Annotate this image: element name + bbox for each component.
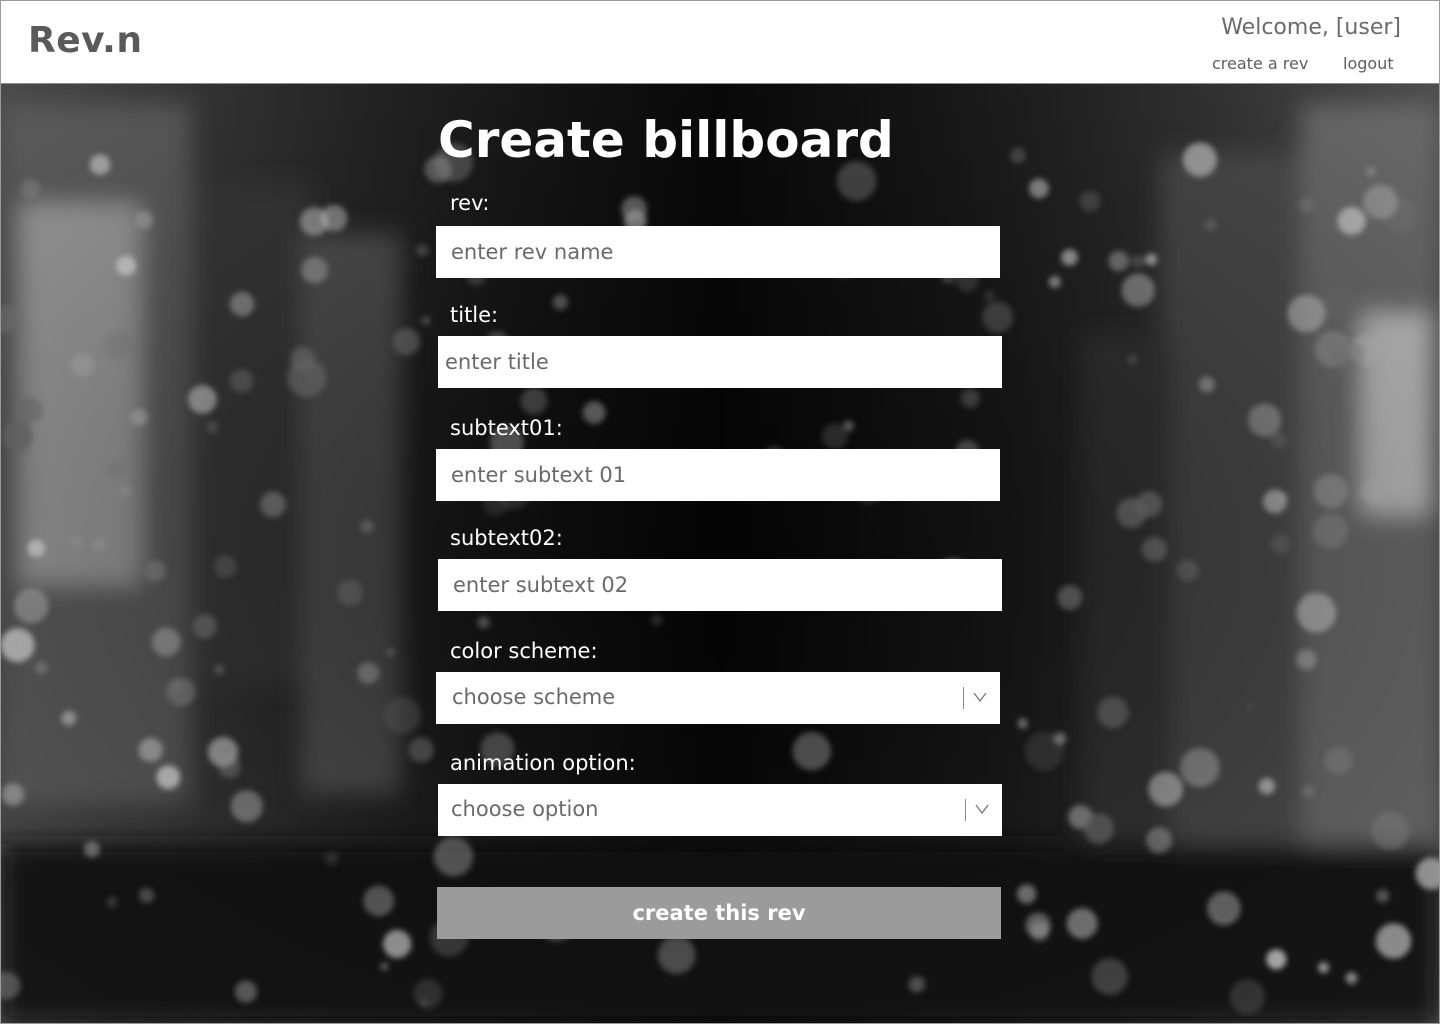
- color-scheme-select[interactable]: choose scheme: [436, 672, 1000, 724]
- chevron-down-icon: [975, 804, 989, 815]
- subtext01-label: subtext01:: [450, 416, 563, 440]
- color-scheme-label: color scheme:: [450, 639, 598, 663]
- subtext02-input[interactable]: [438, 559, 1002, 611]
- animation-option-select[interactable]: choose option: [438, 784, 1002, 836]
- rev-label: rev:: [450, 191, 490, 215]
- logout-link[interactable]: logout: [1343, 54, 1394, 73]
- logo[interactable]: Rev.n: [28, 20, 142, 61]
- top-header: Rev.n Welcome, [user] create a rev logou…: [1, 1, 1439, 84]
- subtext02-label: subtext02:: [450, 526, 563, 550]
- animation-option-label: animation option:: [450, 751, 636, 775]
- title-input[interactable]: [438, 336, 1002, 388]
- select-divider: [965, 799, 966, 821]
- subtext01-input[interactable]: [436, 449, 1000, 501]
- select-divider: [963, 687, 964, 709]
- page: Rev.n Welcome, [user] create a rev logou…: [0, 0, 1440, 1024]
- color-scheme-value: choose scheme: [452, 685, 616, 709]
- animation-option-value: choose option: [451, 797, 599, 821]
- welcome-text: Welcome, [user]: [1221, 15, 1401, 40]
- chevron-down-icon: [973, 692, 987, 703]
- rev-name-input[interactable]: [436, 226, 1000, 278]
- create-rev-button[interactable]: create this rev: [437, 887, 1001, 939]
- page-title: Create billboard: [438, 111, 894, 169]
- background-image: [1, 84, 1439, 1023]
- title-label: title:: [450, 303, 499, 327]
- create-rev-link[interactable]: create a rev: [1212, 54, 1308, 73]
